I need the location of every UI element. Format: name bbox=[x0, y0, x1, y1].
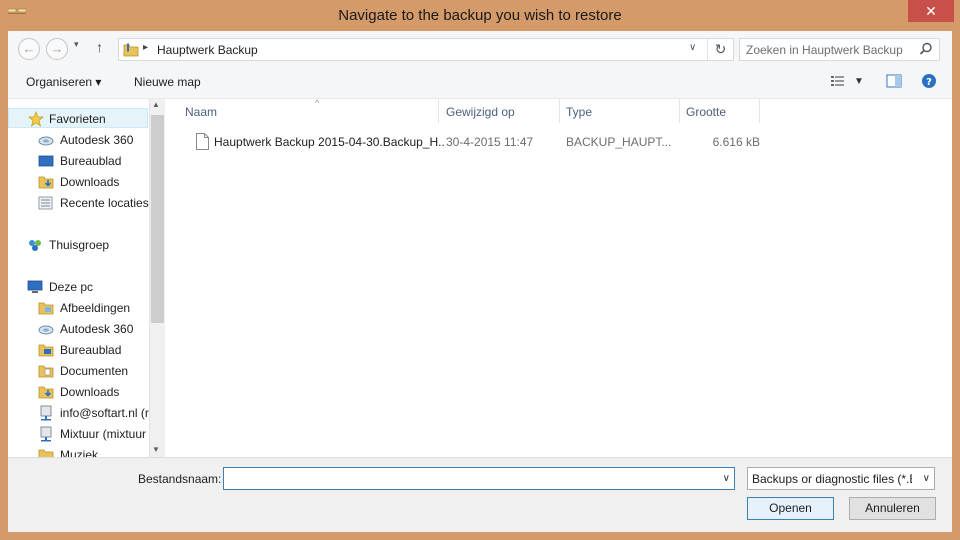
nav-this-pc[interactable]: Deze pc bbox=[27, 277, 148, 297]
pictures-folder-icon bbox=[38, 302, 54, 315]
nav-item-label: Afbeeldingen bbox=[60, 301, 131, 315]
forward-arrow-icon: → bbox=[50, 41, 64, 56]
nav-favorites-label: Favorieten bbox=[49, 112, 106, 126]
dialog-body: ← → ▾ ↑ ▸ Hauptwerk Backup ∨ ↻ Organiser… bbox=[8, 31, 952, 532]
address-dropdown-icon[interactable]: ∨ bbox=[689, 42, 696, 53]
filename-input[interactable] bbox=[227, 471, 707, 487]
nav-item-label: Autodesk 360 bbox=[60, 322, 134, 336]
view-options-icon[interactable] bbox=[830, 73, 846, 89]
nav-item-mixtuur[interactable]: Mixtuur (mixtuur bbox=[38, 424, 148, 444]
nav-item-label: Downloads bbox=[60, 175, 120, 189]
nav-item-autodesk-360[interactable]: Autodesk 360 bbox=[38, 130, 148, 150]
nav-item-label: Autodesk 360 bbox=[60, 133, 134, 147]
recent-places-icon bbox=[38, 196, 53, 210]
nav-item-autodesk-360[interactable]: Autodesk 360 bbox=[38, 319, 148, 339]
file-type-filter-value: Backups or diagnostic files (*.Backup_Ha… bbox=[752, 472, 912, 486]
nav-homegroup[interactable]: Thuisgroep bbox=[27, 235, 148, 255]
toolbar: Organiseren ▾ Nieuwe map ▼ ? bbox=[8, 69, 952, 97]
scrollbar-thumb[interactable] bbox=[151, 115, 164, 323]
search-icon[interactable] bbox=[919, 42, 933, 56]
column-header-name[interactable]: ^ Naam bbox=[179, 98, 439, 123]
scroll-up-icon[interactable]: ▲ bbox=[152, 100, 160, 109]
nav-item-label: Bureaublad bbox=[60, 343, 122, 357]
downloads-folder-icon bbox=[38, 386, 54, 399]
close-button[interactable]: ✕ bbox=[908, 0, 954, 22]
nav-item-afbeeldingen[interactable]: Afbeeldingen bbox=[38, 298, 148, 318]
bottom-panel: Bestandsnaam: ∨ Backups or diagnostic fi… bbox=[8, 457, 952, 532]
column-header-size[interactable]: Grootte bbox=[680, 99, 760, 123]
svg-text:?: ? bbox=[926, 77, 932, 88]
open-button[interactable]: Openen bbox=[747, 497, 834, 520]
computer-icon bbox=[27, 280, 43, 293]
main-panes: Favorieten Autodesk 360 Bureaublad Downl… bbox=[8, 98, 952, 458]
desktop-folder-icon bbox=[38, 344, 54, 357]
nav-item-bureaublad[interactable]: Bureaublad bbox=[38, 340, 148, 360]
filename-combobox[interactable]: ∨ bbox=[223, 467, 735, 490]
nav-item-label: Mixtuur (mixtuur bbox=[60, 427, 147, 441]
window-title: Navigate to the backup you wish to resto… bbox=[338, 7, 622, 24]
view-dropdown-icon[interactable]: ▼ bbox=[854, 76, 864, 87]
navigation-pane[interactable]: Favorieten Autodesk 360 Bureaublad Downl… bbox=[8, 99, 149, 458]
nav-item-recente-locaties[interactable]: Recente locaties bbox=[38, 193, 149, 213]
refresh-icon: ↻ bbox=[714, 41, 727, 57]
refresh-button[interactable]: ↻ bbox=[707, 39, 733, 60]
close-icon: ✕ bbox=[925, 3, 937, 19]
nav-homegroup-label: Thuisgroep bbox=[49, 238, 110, 252]
nav-item-downloads[interactable]: Downloads bbox=[38, 382, 148, 402]
homegroup-icon bbox=[29, 240, 41, 251]
breadcrumb-separator-icon: ▸ bbox=[143, 42, 149, 53]
nav-item-downloads[interactable]: Downloads bbox=[38, 172, 148, 192]
address-bar[interactable]: ▸ Hauptwerk Backup ∨ ↻ bbox=[118, 38, 734, 61]
nav-item-documenten[interactable]: Documenten bbox=[38, 361, 148, 381]
filename-label: Bestandsnaam: bbox=[138, 472, 222, 486]
file-list[interactable]: ^ Naam Gewijzigd op Type Grootte Hauptwe… bbox=[166, 98, 952, 458]
nav-item-label: Documenten bbox=[60, 364, 129, 378]
nav-scrollbar[interactable]: ▲ ▼ bbox=[149, 99, 165, 458]
nav-item-label: info@softart.nl (r bbox=[60, 406, 149, 420]
filename-dropdown-icon[interactable]: ∨ bbox=[723, 473, 730, 484]
search-input[interactable] bbox=[746, 42, 911, 58]
breadcrumb[interactable]: Hauptwerk Backup bbox=[157, 43, 258, 57]
file-name: Hauptwerk Backup 2015-04-30.Backup_H... bbox=[214, 135, 444, 149]
nav-this-pc-label: Deze pc bbox=[49, 280, 94, 294]
star-icon bbox=[28, 111, 44, 127]
back-button[interactable]: ← bbox=[18, 38, 40, 60]
organize-button[interactable]: Organiseren ▾ bbox=[26, 75, 101, 89]
file-type-filter[interactable]: Backups or diagnostic files (*.Backup_Ha… bbox=[747, 467, 935, 490]
file-size: 6.616 kB bbox=[712, 135, 760, 149]
title-bar: Navigate to the backup you wish to resto… bbox=[0, 0, 960, 32]
filter-dropdown-icon[interactable]: ∨ bbox=[922, 473, 930, 484]
nav-item-bureaublad[interactable]: Bureaublad bbox=[38, 151, 148, 171]
cloud-icon bbox=[38, 325, 54, 335]
scroll-down-icon[interactable]: ▼ bbox=[152, 445, 160, 454]
file-icon bbox=[196, 133, 209, 150]
back-arrow-icon: ← bbox=[22, 41, 36, 56]
nav-item-label: Bureaublad bbox=[60, 154, 122, 168]
column-header-modified[interactable]: Gewijzigd op bbox=[440, 99, 560, 123]
nav-item-label: Recente locaties bbox=[60, 196, 149, 210]
nav-favorites[interactable]: Favorieten bbox=[8, 108, 148, 128]
network-drive-icon bbox=[40, 405, 52, 421]
folder-icon bbox=[123, 43, 139, 57]
documents-folder-icon bbox=[38, 365, 54, 378]
sort-ascending-icon: ^ bbox=[315, 98, 320, 108]
network-drive-icon bbox=[40, 426, 52, 442]
nav-item-info-softart[interactable]: info@softart.nl (r bbox=[38, 403, 149, 423]
nav-item-label: Downloads bbox=[60, 385, 120, 399]
up-button[interactable]: ↑ bbox=[96, 39, 103, 55]
file-type: BACKUP_HAUPT... bbox=[566, 135, 672, 149]
search-box[interactable] bbox=[739, 38, 940, 61]
preview-pane-icon[interactable] bbox=[886, 73, 902, 89]
recent-locations-dropdown[interactable]: ▾ bbox=[74, 39, 84, 50]
column-header-type[interactable]: Type bbox=[560, 99, 680, 123]
cancel-button[interactable]: Annuleren bbox=[849, 497, 936, 520]
cloud-icon bbox=[38, 136, 54, 146]
new-folder-button[interactable]: Nieuwe map bbox=[134, 75, 201, 89]
file-modified: 30-4-2015 11:47 bbox=[446, 135, 534, 149]
downloads-folder-icon bbox=[38, 176, 54, 189]
up-arrow-icon: ↑ bbox=[96, 39, 103, 55]
help-icon[interactable]: ? bbox=[921, 73, 937, 89]
desktop-icon bbox=[38, 155, 54, 167]
forward-button[interactable]: → bbox=[46, 38, 68, 60]
